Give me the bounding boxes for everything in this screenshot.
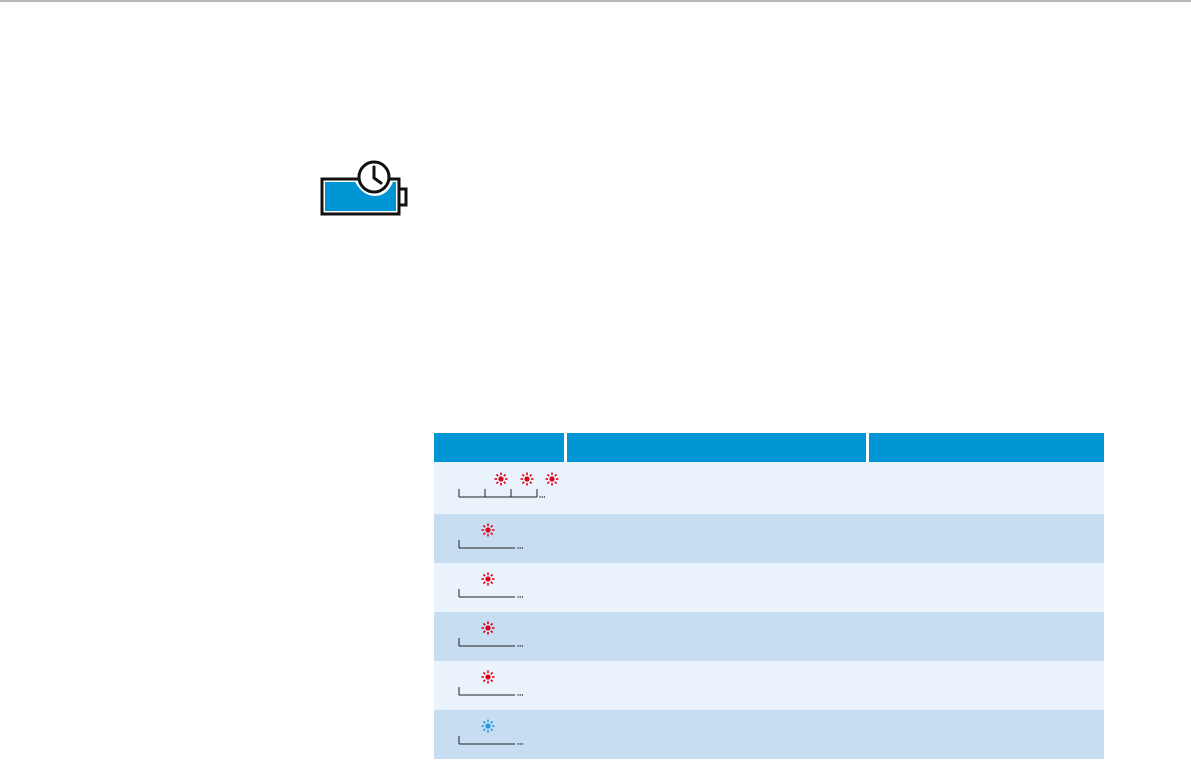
led-blink-diagram xyxy=(458,523,524,549)
meaning-cell xyxy=(565,710,867,759)
header-pattern xyxy=(434,433,565,462)
led-pattern-cell xyxy=(434,563,565,612)
single-blink-pattern xyxy=(434,514,564,563)
single-blink-pattern xyxy=(434,710,564,759)
triple-blink-pattern xyxy=(434,462,564,511)
meaning-cell xyxy=(565,661,867,710)
table-row xyxy=(434,710,1104,759)
single-blink-pattern xyxy=(434,612,564,661)
led-blink-diagram xyxy=(458,670,524,696)
led-status-table xyxy=(434,433,1104,759)
note-cell xyxy=(867,563,1104,612)
battery-charging-timer-icon xyxy=(319,158,411,218)
table-row xyxy=(434,462,1104,514)
header-meaning xyxy=(563,433,867,462)
led-blink-diagram xyxy=(458,719,524,745)
meaning-cell xyxy=(565,612,867,661)
led-flash-icon xyxy=(545,472,559,486)
led-flash-icon xyxy=(481,572,495,586)
led-flash-icon xyxy=(520,472,534,486)
note-cell xyxy=(867,661,1104,710)
note-cell xyxy=(867,462,1104,514)
table-row xyxy=(434,612,1104,661)
single-blink-pattern xyxy=(434,661,564,710)
led-flash-icon xyxy=(481,621,495,635)
note-cell xyxy=(867,710,1104,759)
led-pattern-cell xyxy=(434,661,565,710)
led-blink-diagram xyxy=(458,621,524,647)
header-note xyxy=(865,433,1104,462)
led-pattern-cell xyxy=(434,612,565,661)
led-flash-icon xyxy=(481,719,495,733)
top-rule xyxy=(0,0,1191,2)
note-cell xyxy=(867,514,1104,563)
table-header-row xyxy=(434,433,1104,462)
table-row xyxy=(434,514,1104,563)
led-pattern-cell xyxy=(434,514,565,563)
led-flash-icon xyxy=(481,670,495,684)
meaning-cell xyxy=(565,563,867,612)
single-blink-pattern xyxy=(434,563,564,612)
meaning-cell xyxy=(565,462,867,514)
led-blink-diagram xyxy=(458,472,559,498)
table-row xyxy=(434,661,1104,710)
led-pattern-cell xyxy=(434,710,565,759)
note-cell xyxy=(867,612,1104,661)
led-blink-diagram xyxy=(458,572,524,598)
led-flash-icon xyxy=(494,472,508,486)
led-pattern-cell xyxy=(434,462,565,514)
meaning-cell xyxy=(565,514,867,563)
led-flash-icon xyxy=(481,523,495,537)
table-row xyxy=(434,563,1104,612)
